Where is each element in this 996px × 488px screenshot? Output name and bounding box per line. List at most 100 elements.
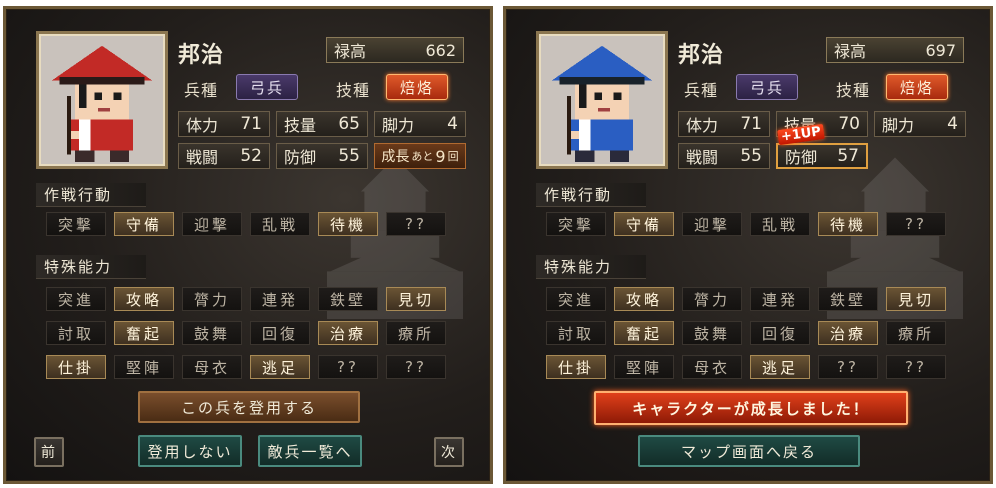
abilities-header: 特殊能力 [36,255,146,279]
option-cell[interactable]: 乱戦 [250,212,310,236]
archer-soldier-icon [43,38,161,162]
option-cell[interactable]: 療所 [886,321,946,345]
option-cell[interactable]: 奮起 [114,321,174,345]
locked-slot[interactable]: ?? [386,355,446,379]
unit-type-label: 兵種 [184,81,219,100]
locked-slot[interactable]: ?? [386,212,446,236]
option-cell[interactable]: 堅陣 [614,355,674,379]
option-cell[interactable]: 療所 [386,321,446,345]
option-cell[interactable]: 堅陣 [114,355,174,379]
option-cell[interactable]: 鉄壁 [818,287,878,311]
locked-slot[interactable]: ?? [886,355,946,379]
stat-defense: 防御 55 [276,143,368,169]
option-cell[interactable]: 母衣 [682,355,742,379]
stat-defense-value: 57 [837,146,859,166]
option-cell[interactable]: 突進 [546,287,606,311]
stat-combat: 戦闘 55 [678,143,770,169]
option-cell[interactable]: 迎撃 [182,212,242,236]
option-cell[interactable]: 攻略 [614,287,674,311]
stat-leg-label: 脚力 [882,116,915,135]
skill-type-badge: 焙烙 [886,74,948,100]
stat-combat-value: 52 [240,146,262,166]
option-cell[interactable]: 守備 [614,212,674,236]
decline-button[interactable]: 登用しない [138,435,242,467]
option-cell[interactable]: 待機 [318,212,378,236]
prev-button[interactable]: 前 [34,437,64,467]
option-cell[interactable]: 迎撃 [682,212,742,236]
option-cell[interactable]: 鼓舞 [682,321,742,345]
unit-type-badge: 弓兵 [736,74,798,100]
unit-portrait [536,31,668,169]
next-button[interactable]: 次 [434,437,464,467]
return-to-map-button[interactable]: マップ画面へ戻る [638,435,860,467]
option-cell[interactable]: 仕掛 [46,355,106,379]
stat-hp-label: 体力 [686,116,719,135]
option-cell[interactable]: 乱戦 [750,212,810,236]
option-cell[interactable]: 守備 [114,212,174,236]
rokudaka-label: 禄高 [334,42,367,61]
growth-remaining-text: あと [411,150,434,163]
stat-defense: 防御 57 [776,143,868,169]
unit-info-panel-before: 邦治 禄高 662 兵種 弓兵 技種 焙烙 体力 71 技量 65 脚力 4 戦… [3,6,493,484]
option-cell[interactable]: 仕掛 [546,355,606,379]
stat-combat-value: 55 [740,146,762,166]
stat-leg-value: 4 [447,114,458,134]
option-cell[interactable]: 回復 [750,321,810,345]
option-cell[interactable]: 討取 [46,321,106,345]
tactics-header: 作戦行動 [36,183,146,207]
option-cell[interactable]: 母衣 [182,355,242,379]
stat-hp-value: 71 [240,114,262,134]
stat-defense-label: 防御 [785,148,818,167]
unit-portrait [36,31,168,169]
enemy-list-button[interactable]: 敵兵一覧へ [258,435,362,467]
option-cell[interactable]: 攻略 [114,287,174,311]
stat-hp-value: 71 [740,114,762,134]
recruit-button[interactable]: この兵を登用する [138,391,360,423]
locked-slot[interactable]: ?? [886,212,946,236]
rokudaka-box: 禄高 697 [826,37,964,63]
option-cell[interactable]: 連発 [250,287,310,311]
rokudaka-box: 禄高 662 [326,37,464,63]
option-cell[interactable]: 膂力 [682,287,742,311]
option-cell[interactable]: 見切 [386,287,446,311]
locked-slot[interactable]: ?? [318,355,378,379]
stat-combat: 戦闘 52 [178,143,270,169]
growth-remaining-badge: 成長 あと 9 回 [374,143,466,169]
option-cell[interactable]: 突撃 [546,212,606,236]
skill-type-label: 技種 [336,81,371,100]
option-cell[interactable]: 討取 [546,321,606,345]
unit-name: 邦治 [178,43,225,68]
archer-soldier-icon [543,38,661,162]
option-cell[interactable]: 治療 [818,321,878,345]
growth-message-banner: キャラクターが成長しました！ [594,391,908,425]
option-cell[interactable]: 奮起 [614,321,674,345]
stat-leg: 脚力 4 [874,111,966,137]
stat-defense-label: 防御 [284,148,317,167]
tactics-header: 作戦行動 [536,183,646,207]
option-cell[interactable]: 鼓舞 [182,321,242,345]
option-cell[interactable]: 鉄壁 [318,287,378,311]
option-cell[interactable]: 逃足 [250,355,310,379]
option-cell[interactable]: 待機 [818,212,878,236]
stat-combat-label: 戦闘 [686,148,719,167]
stat-skill-amount-value: 65 [338,114,360,134]
stat-leg-value: 4 [947,114,958,134]
option-cell[interactable]: 見切 [886,287,946,311]
option-cell[interactable]: 突進 [46,287,106,311]
option-cell[interactable]: 逃足 [750,355,810,379]
locked-slot[interactable]: ?? [818,355,878,379]
stat-leg-label: 脚力 [382,116,415,135]
unit-name: 邦治 [678,43,725,68]
option-cell[interactable]: 治療 [318,321,378,345]
option-cell[interactable]: 回復 [250,321,310,345]
stat-combat-label: 戦闘 [186,148,219,167]
growth-remaining-count: 9 [435,146,446,166]
option-cell[interactable]: 突撃 [46,212,106,236]
skill-type-badge: 焙烙 [386,74,448,100]
option-cell[interactable]: 連発 [750,287,810,311]
stat-leg: 脚力 4 [374,111,466,137]
stat-skill-amount-label: 技量 [284,116,317,135]
growth-label: 成長 [381,149,410,165]
unit-info-panel-after: 邦治 禄高 697 兵種 弓兵 技種 焙烙 体力 71 技量 70 脚力 4 戦… [503,6,993,484]
option-cell[interactable]: 膂力 [182,287,242,311]
